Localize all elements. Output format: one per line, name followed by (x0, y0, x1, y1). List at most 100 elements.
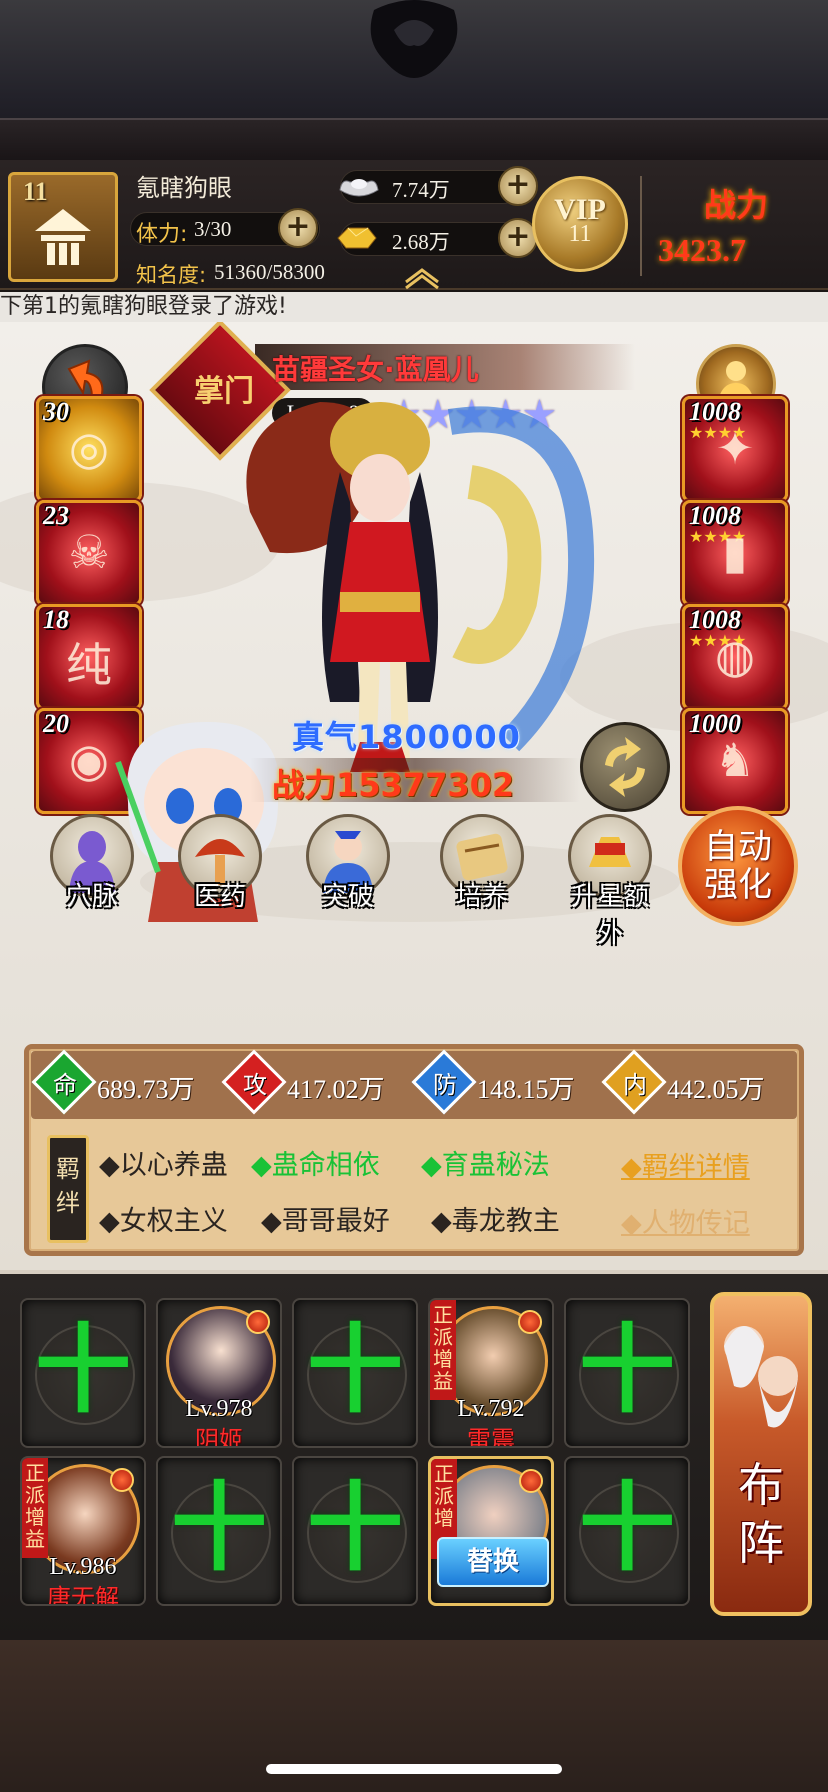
cultivate-label: 培养 (455, 882, 508, 912)
skill-slot-1[interactable]: ◎ 30 (36, 396, 142, 502)
gold-ingot-icon (337, 227, 377, 249)
conch-icon: ✦ (715, 421, 755, 475)
defense-value: 148.15万 (477, 1075, 575, 1104)
formation-lineup: 十 Lv.978 阴姬 十 正派增益 Lv.792 雷震 十 正派增益 Lv.9… (0, 1270, 828, 1640)
bond-item-active: ◆育蛊秘法 (421, 1150, 550, 1181)
hero-level: Lv.978 (185, 1396, 253, 1422)
equip-level: 1008 (689, 397, 741, 426)
medicine-button[interactable]: 医药 (170, 814, 270, 918)
cultivate-button[interactable]: 培养 (432, 814, 532, 918)
equipment-slot-weapon[interactable]: ★★★★ ✦ 1008 (682, 396, 788, 502)
add-icon: 十 (35, 1314, 131, 1426)
stamina-value: 3/30 (194, 217, 232, 241)
attribute-panel: 命 689.73万 攻 417.02万 防 148.15万 内 442.05万 … (24, 1044, 804, 1256)
add-icon: 十 (171, 1472, 267, 1584)
lineup-slot-empty[interactable]: 十 (20, 1298, 146, 1448)
inner-power-label: 内 (623, 1071, 647, 1099)
player-avatar[interactable]: 11 (8, 172, 118, 282)
lineup-slot-empty[interactable]: 十 (292, 1298, 418, 1448)
lineup-slot-empty[interactable]: 十 (156, 1456, 282, 1606)
skull-icon: ☠ (68, 525, 110, 579)
breakthrough-button[interactable]: 突破 (298, 814, 398, 918)
hero-name: 雷震 (467, 1426, 515, 1448)
equipment-slot-accessory[interactable]: ★★★★ ◍ 1008 (682, 604, 788, 710)
add-icon: 十 (579, 1314, 675, 1426)
equipment-slot-mount[interactable]: ♞ 1000 (682, 708, 788, 814)
element-orb-icon (246, 1310, 270, 1334)
faction-buff-tag: 正派增益 (22, 1458, 48, 1558)
hero-detail-panel: 掌门 苗疆圣女·蓝凰儿 Lv.1008 ★★★★★ 成圣 ◎ 30 ☠ 23 纯… (0, 322, 828, 1270)
home-indicator[interactable] (266, 1764, 562, 1774)
equip-level: 1008 (689, 501, 741, 530)
refresh-button[interactable] (580, 722, 670, 812)
lineup-slot-empty[interactable]: 十 (292, 1456, 418, 1606)
skill-level: 20 (43, 709, 69, 738)
lineup-slot-empty[interactable]: 十 (564, 1456, 690, 1606)
lineup-slot-hero[interactable]: 正派增益 Lv.792 雷震 (428, 1298, 554, 1448)
add-icon: 十 (579, 1472, 675, 1584)
formation-button[interactable]: 布 阵 (710, 1292, 812, 1616)
meridian-button[interactable]: 穴脉 (42, 814, 142, 918)
formation-label-line1: 布 (738, 1458, 784, 1512)
bond-item: ◆女权主义 (99, 1206, 228, 1237)
hero-name: 阴姬 (195, 1426, 243, 1448)
vip-level: 11 (568, 221, 592, 247)
meridian-label: 穴脉 (65, 882, 118, 912)
inner-power-stat: 内 442.05万 (601, 1049, 797, 1115)
faction-buff-tag: 正派增益 (430, 1300, 456, 1400)
breakthrough-label: 突破 (321, 882, 374, 912)
health-stat: 命 689.73万 (31, 1049, 227, 1115)
lineup-slot-hero[interactable]: 正派增益 Lv.986 唐无解 (20, 1456, 146, 1606)
lineup-slot-hero[interactable]: Lv.978 阴姬 (156, 1298, 282, 1448)
replace-button[interactable]: 替换 (437, 1537, 549, 1587)
hero-level: Lv.986 (49, 1554, 117, 1580)
bond-tag: 羁绊 (47, 1135, 89, 1243)
auto-enhance-button[interactable]: 自动 强化 (678, 806, 798, 926)
purple-orb-icon: ◍ (714, 629, 756, 683)
skill-level: 30 (43, 397, 69, 426)
medicine-label: 医药 (193, 882, 246, 912)
expand-chevron-icon[interactable] (402, 266, 442, 290)
equip-level: 1000 (689, 709, 741, 738)
element-orb-icon (518, 1310, 542, 1334)
add-silver-button[interactable]: + (498, 166, 538, 206)
formation-label: 布 阵 (714, 1456, 808, 1572)
skill-level: 23 (43, 501, 69, 530)
elders-portrait-icon (724, 1326, 798, 1428)
player-level: 11 (23, 177, 48, 206)
hero-level: Lv.792 (457, 1396, 525, 1422)
biography-link[interactable]: ◆人物传记 (621, 1201, 750, 1240)
health-value: 689.73万 (97, 1075, 195, 1104)
attack-label: 攻 (243, 1071, 267, 1099)
equipment-slot-armor[interactable]: ★★★★ ▮ 1008 (682, 500, 788, 606)
broadcast-marquee: 下第1的氪瞎狗眼登录了游戏! (0, 292, 828, 322)
combat-power-value: 战力15377302 (272, 766, 515, 804)
formation-label-line2: 阵 (738, 1516, 784, 1570)
attack-stat: 攻 417.02万 (221, 1049, 417, 1115)
temple-icon (35, 209, 91, 265)
fame-label: 知名度: (136, 263, 207, 287)
lineup-slot-selected[interactable]: 正派增 替换 (428, 1456, 554, 1606)
stamina-label: 体力: (136, 222, 188, 247)
defense-label: 防 (433, 1071, 457, 1099)
roof-beam (0, 118, 828, 160)
add-stamina-button[interactable]: + (278, 208, 318, 248)
add-icon: 十 (307, 1472, 403, 1584)
roof-decoration (0, 0, 828, 160)
true-qi-value: 真气1800000 (292, 718, 521, 756)
skill-slot-2[interactable]: ☠ 23 (36, 500, 142, 606)
vip-badge[interactable]: VIP 11 (532, 176, 628, 272)
bond-item-active: ◆蛊命相依 (251, 1150, 380, 1181)
white-horse-icon: ♞ (714, 733, 756, 787)
bond-item: ◆毒龙教主 (431, 1206, 560, 1237)
player-status-bar: 11 氪瞎狗眼 体力: 3/30 + 知名度: 51360/58300 7.74… (0, 160, 828, 290)
skill-slot-3[interactable]: 纯 18 (36, 604, 142, 710)
bond-details-link[interactable]: ◆羁绊详情 (621, 1145, 750, 1184)
star-up-button[interactable]: 升星额外 (560, 814, 660, 949)
bond-item: ◆以心养蛊 (99, 1150, 228, 1181)
attack-value: 417.02万 (287, 1075, 385, 1104)
armor-icon: ▮ (722, 525, 748, 579)
divider (640, 176, 642, 276)
power-value: 3423.7 (658, 232, 746, 268)
lineup-slot-empty[interactable]: 十 (564, 1298, 690, 1448)
